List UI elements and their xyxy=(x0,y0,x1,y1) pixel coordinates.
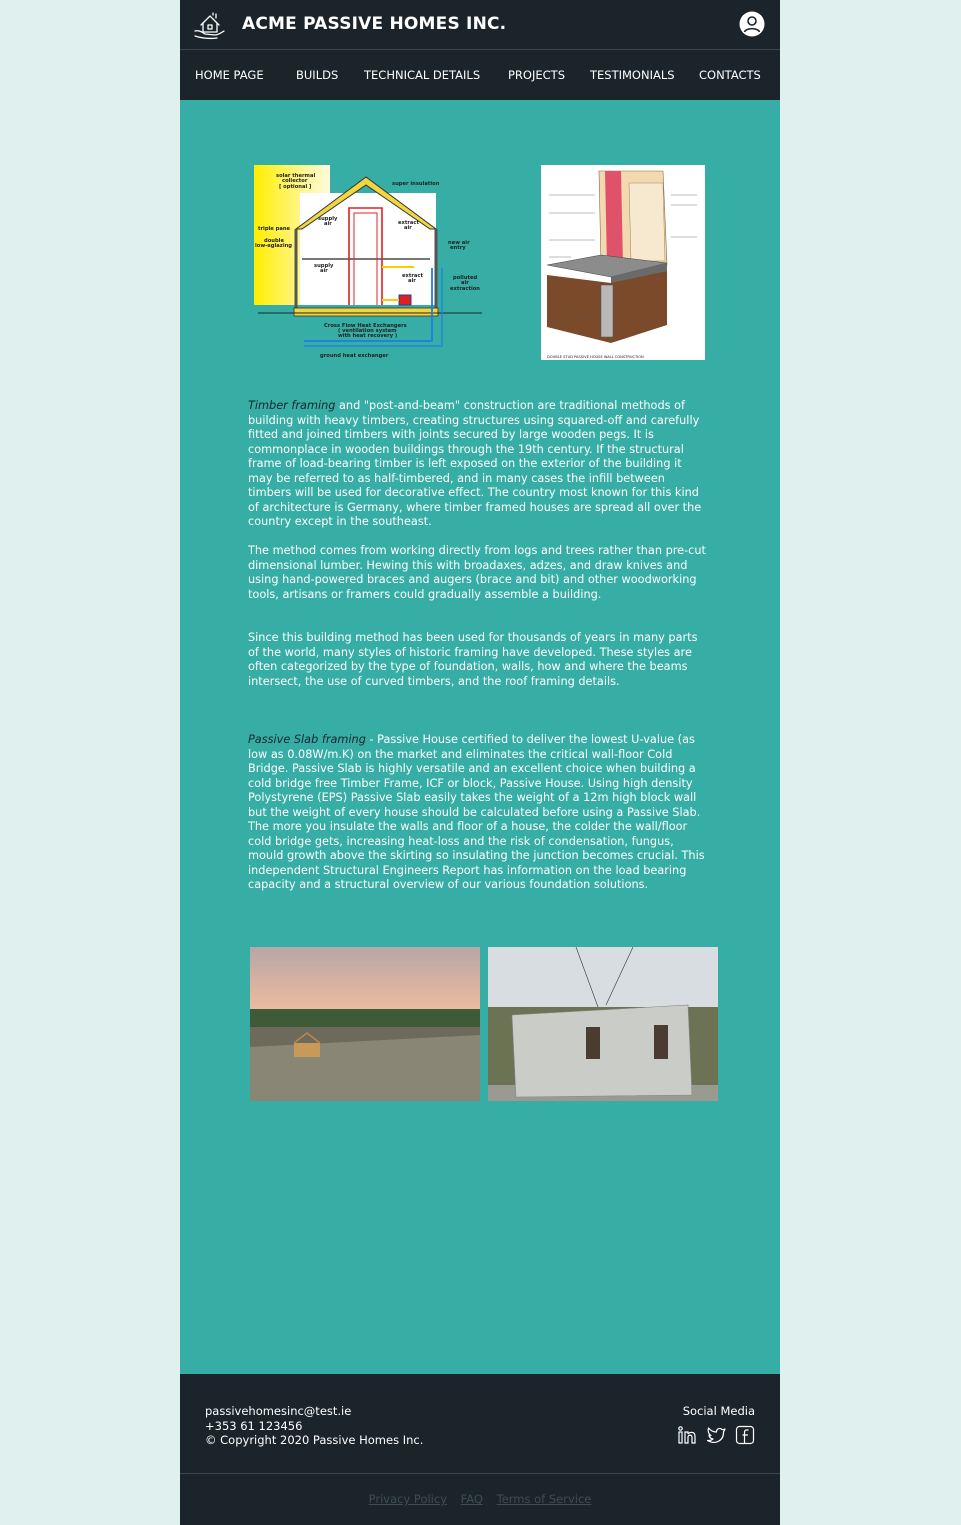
privacy-policy-link[interactable]: Privacy Policy xyxy=(369,1492,447,1506)
site-header: ACME PASSIVE HOMES INC. xyxy=(180,0,780,49)
twitter-icon[interactable] xyxy=(706,1425,726,1445)
diagram-label: extraction xyxy=(450,286,480,292)
social-media-title: Social Media xyxy=(682,1404,755,1418)
footer-divider xyxy=(180,1473,780,1474)
diagram-label: air xyxy=(408,278,416,284)
nav-contacts[interactable]: CONTACTS xyxy=(699,68,761,82)
nav-projects[interactable]: PROJECTS xyxy=(508,68,565,82)
footer-copyright: © Copyright 2020 Passive Homes Inc. xyxy=(205,1433,424,1447)
footer-contact: passivehomesinc@test.ie +353 61 123456 ©… xyxy=(205,1404,423,1448)
diagram-label: entry xyxy=(450,245,466,251)
user-account-icon[interactable] xyxy=(739,11,765,37)
diagram-label: [ optional ] xyxy=(279,184,311,190)
article-paragraph-2: The method comes from working directly f… xyxy=(248,544,706,601)
nav-builds[interactable]: BUILDS xyxy=(296,68,338,82)
terms-of-service-link[interactable]: Terms of Service xyxy=(497,1492,592,1506)
diagram-label: low-eglazing xyxy=(255,243,292,249)
article-paragraph-1: Timber framing and "post-and-beam" const… xyxy=(248,399,708,530)
social-links xyxy=(677,1425,755,1445)
faq-link[interactable]: FAQ xyxy=(461,1492,483,1506)
emphasis-passive-slab: Passive Slab framing xyxy=(248,733,366,746)
timber-frame-site-photo xyxy=(250,947,480,1101)
paragraph-text: - Passive House certified to deliver the… xyxy=(248,733,705,891)
wall-section-figure: DOUBLE STUD PASSIVE HOUSE WALL CONSTRUCT… xyxy=(541,165,705,360)
site-footer: passivehomesinc@test.ie +353 61 123456 ©… xyxy=(180,1374,780,1525)
footer-email[interactable]: passivehomesinc@test.ie xyxy=(205,1404,423,1419)
diagram-label: air xyxy=(404,225,412,231)
main-nav: HOME PAGE BUILDS TECHNICAL DETAILS PROJE… xyxy=(180,49,780,100)
nav-testimonials[interactable]: TESTIMONIALS xyxy=(590,68,675,82)
facebook-icon[interactable] xyxy=(735,1425,755,1445)
page: ACME PASSIVE HOMES INC. HOME PAGE BUILDS… xyxy=(180,0,780,1525)
diagram-label: super insulation xyxy=(392,181,440,187)
diagram-label: triple pane xyxy=(258,226,291,232)
legal-links: Privacy Policy FAQ Terms of Service xyxy=(180,1492,780,1506)
footer-phone[interactable]: +353 61 123456 xyxy=(205,1419,423,1434)
nav-home[interactable]: HOME PAGE xyxy=(195,68,264,82)
article-paragraph-3: Since this building method has been used… xyxy=(248,631,698,688)
diagram-label: air xyxy=(320,268,328,274)
nav-technical-details[interactable]: TECHNICAL DETAILS xyxy=(364,68,480,82)
diagram-label: with heat recovery ) xyxy=(338,333,397,339)
passive-house-diagram: solar thermal collector [ optional ] sup… xyxy=(254,165,482,359)
article-paragraph-4: Passive Slab framing - Passive House cer… xyxy=(248,733,708,893)
emphasis-timber-framing: Timber framing xyxy=(248,399,336,412)
diagram-label: ground heat exchanger xyxy=(320,353,389,359)
paragraph-text: and "post-and-beam" construction are tra… xyxy=(248,399,702,528)
linkedin-icon[interactable] xyxy=(677,1425,697,1445)
diagram-label: air xyxy=(324,221,332,227)
passive-wall-install-photo xyxy=(488,947,718,1101)
wall-section-drawing: DOUBLE STUD PASSIVE HOUSE WALL CONSTRUCT… xyxy=(546,170,697,359)
house-hand-icon[interactable] xyxy=(193,8,229,41)
brand-name[interactable]: ACME PASSIVE HOMES INC. xyxy=(242,14,506,34)
wall-section-caption: DOUBLE STUD PASSIVE HOUSE WALL CONSTRUCT… xyxy=(547,355,644,359)
